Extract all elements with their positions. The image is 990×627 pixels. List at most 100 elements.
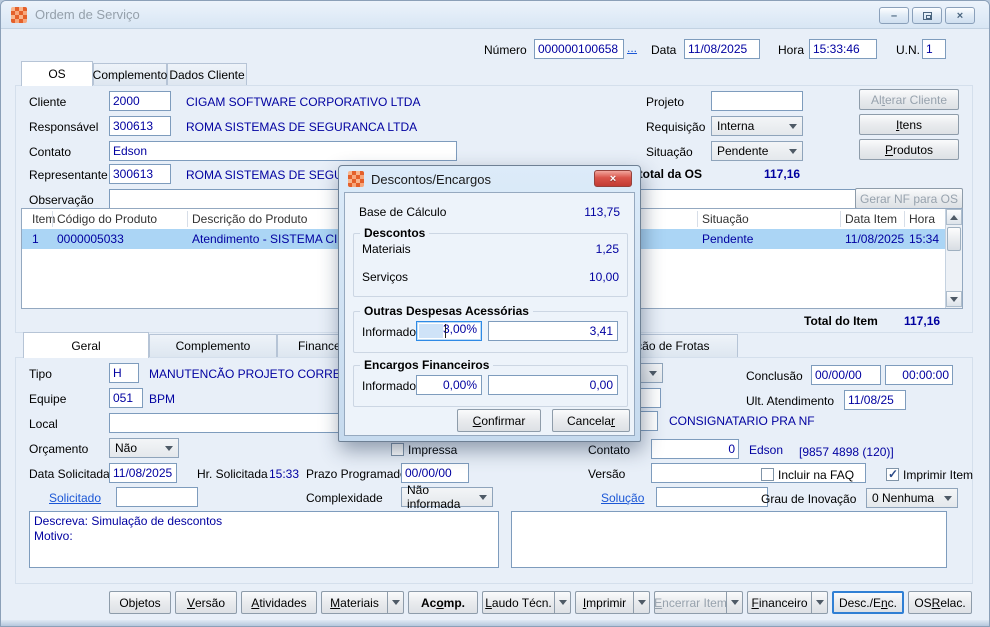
scroll-down-button[interactable] xyxy=(946,291,962,307)
solucao-link[interactable]: Solução xyxy=(601,491,644,505)
responsavel-name: ROMA SISTEMAS DE SEGURANCA LTDA xyxy=(186,120,417,134)
ult-atendimento-input[interactable] xyxy=(844,390,906,410)
materiais-dropdown-button[interactable] xyxy=(387,591,404,614)
close-icon: × xyxy=(957,10,963,22)
outras-percent-input[interactable]: 3,00% xyxy=(416,321,482,341)
solicitado-input[interactable] xyxy=(116,487,198,507)
dialog-close-button[interactable]: × xyxy=(594,170,632,187)
atividades-button[interactable]: Atividades xyxy=(241,591,317,614)
equipe-input[interactable] xyxy=(109,388,143,408)
cliente-label: Cliente xyxy=(29,95,66,109)
encerrar-item-button[interactable]: Encerrar Item xyxy=(654,591,726,614)
base-calculo-label: Base de Cálculo xyxy=(359,205,446,219)
situacao-dropdown[interactable]: Pendente xyxy=(711,141,803,161)
cliente-code-input[interactable] xyxy=(109,91,171,111)
gerar-nf-button[interactable]: Gerar NF para OS xyxy=(855,188,963,209)
bottom-button-bar: Objetos Versão Atividades Materiais Acom… xyxy=(109,591,972,614)
dialog-titlebar: Descontos/Encargos × xyxy=(339,166,640,192)
conclusao-date-input[interactable] xyxy=(811,365,881,385)
complexidade-dropdown[interactable]: Não informada xyxy=(401,487,493,507)
col-descricao: Descrição do Produto xyxy=(192,209,307,226)
solicitado-link[interactable]: Solicitado xyxy=(49,491,101,505)
tipo-desc: MANUTENCÃO PROJETO CORRECÃO xyxy=(149,367,367,381)
data-input[interactable] xyxy=(684,39,760,59)
laudo-dropdown-button[interactable] xyxy=(554,591,571,614)
close-button[interactable]: × xyxy=(945,7,975,24)
itens-button[interactable]: Itens xyxy=(859,114,959,135)
imprimir-item-checkbox[interactable] xyxy=(886,468,899,481)
cell-item: 1 xyxy=(32,232,39,246)
acomp-button[interactable]: Acomp. xyxy=(408,591,478,614)
cancelar-button[interactable]: Cancelar xyxy=(552,409,630,432)
projeto-input[interactable] xyxy=(711,91,803,111)
financeiro-button[interactable]: Financeiro xyxy=(747,591,811,614)
encargos-group: Encargos Financeiros Informado xyxy=(353,365,628,407)
tab-complemento[interactable]: Complemento xyxy=(93,63,167,86)
observacao-textarea[interactable] xyxy=(511,511,947,568)
os-relac-button[interactable]: OS Relac. xyxy=(908,591,972,614)
hr-solicitada-value: 15:33 xyxy=(269,467,299,481)
total-item-label: Total do Item xyxy=(804,314,878,328)
cell-hora: 15:34 xyxy=(909,232,939,246)
descricao-line1: Descreva: Simulação de descontos xyxy=(34,514,494,529)
arrow-down-icon xyxy=(731,600,739,605)
chevron-down-icon xyxy=(649,371,657,376)
versao-button[interactable]: Versão xyxy=(175,591,237,614)
financeiro-dropdown-button[interactable] xyxy=(811,591,828,614)
chevron-down-icon xyxy=(944,496,952,501)
numero-input[interactable] xyxy=(534,39,624,59)
orcamento-dropdown[interactable]: Não xyxy=(109,438,179,458)
incluir-faq-checkbox[interactable] xyxy=(761,468,774,481)
imprimir-button[interactable]: Imprimir xyxy=(575,591,633,614)
conclusao-time-input[interactable] xyxy=(885,365,953,385)
responsavel-code-input[interactable] xyxy=(109,116,171,136)
scroll-thumb[interactable] xyxy=(947,227,961,251)
tab-geral[interactable]: Geral xyxy=(23,332,149,358)
contato-label: Contato xyxy=(29,145,71,159)
encargos-percent-input[interactable] xyxy=(416,375,482,395)
encerrar-dropdown-button[interactable] xyxy=(726,591,743,614)
desc-enc-button[interactable]: Desc./Enc. xyxy=(832,591,904,614)
scroll-up-button[interactable] xyxy=(946,209,962,225)
impressa-checkbox[interactable] xyxy=(391,443,404,456)
outras-percent-value: 3,00% xyxy=(443,322,477,336)
un-input[interactable] xyxy=(922,39,946,59)
tab-complemento-detail[interactable]: Complemento xyxy=(149,334,277,357)
requisicao-dropdown[interactable]: Interna xyxy=(711,116,803,136)
chevron-down-icon xyxy=(165,446,173,451)
text-selection xyxy=(419,324,443,338)
maximize-button[interactable] xyxy=(912,7,942,24)
produtos-button[interactable]: Produtos xyxy=(859,139,959,160)
minimize-button[interactable]: – xyxy=(879,7,909,24)
hora-label: Hora xyxy=(778,43,804,57)
tab-dados-cliente[interactable]: Dados Cliente xyxy=(167,63,247,86)
encargos-valor-input[interactable] xyxy=(488,375,618,395)
contato-input[interactable] xyxy=(109,141,457,161)
cell-situacao: Pendente xyxy=(702,232,753,246)
descricao-textarea[interactable]: Descreva: Simulação de descontos Motivo: xyxy=(29,511,499,568)
objetos-button[interactable]: Objetos xyxy=(109,591,171,614)
representante-code-input[interactable] xyxy=(109,164,171,184)
tab-os[interactable]: OS xyxy=(21,61,93,86)
consignatario-text: CONSIGNATARIO PRA NF xyxy=(669,414,815,428)
hora-input[interactable] xyxy=(809,39,877,59)
data-solicitada-input[interactable] xyxy=(109,463,177,483)
text-caret xyxy=(445,324,446,338)
numero-more-link[interactable]: ... xyxy=(627,41,637,55)
solucao-input[interactable] xyxy=(656,487,768,507)
imprimir-dropdown-button[interactable] xyxy=(633,591,650,614)
ordem-de-servico-window: Ordem de Serviço – × Número ... Data Hor… xyxy=(0,0,990,627)
confirmar-button[interactable]: Confirmar xyxy=(457,409,541,432)
contato2-input[interactable] xyxy=(651,439,739,459)
tipo-input[interactable] xyxy=(109,363,139,383)
materiais-button[interactable]: Materiais xyxy=(321,591,387,614)
encargos-title: Encargos Financeiros xyxy=(360,358,493,372)
prazo-programado-input[interactable] xyxy=(401,463,469,483)
laudo-tecn-button[interactable]: Laudo Técn. xyxy=(482,591,554,614)
outras-valor-input[interactable] xyxy=(488,321,618,341)
col-codigo: Código do Produto xyxy=(57,209,157,226)
table-scrollbar[interactable] xyxy=(945,209,962,308)
alterar-cliente-button[interactable]: Alterar Cliente xyxy=(859,89,959,110)
prazo-programado-label: Prazo Programado xyxy=(306,467,407,481)
grau-inovacao-dropdown[interactable]: 0 Nenhuma xyxy=(866,488,958,508)
